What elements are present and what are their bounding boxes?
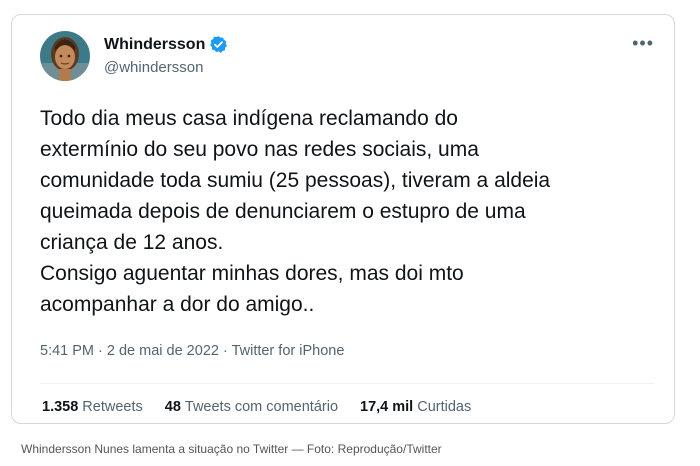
- engagement-stats: 1.358 Retweets 48 Tweets com comentário 17…: [42, 399, 471, 415]
- display-name-row: Whindersson: [104, 35, 228, 54]
- quote-tweets-stat[interactable]: 48 Tweets com comentário: [165, 399, 338, 415]
- avatar[interactable]: [40, 31, 90, 81]
- tweet-timestamp[interactable]: 5:41 PM · 2 de mai de 2022 · Twitter for…: [40, 343, 344, 359]
- divider: [40, 383, 654, 384]
- verified-badge-icon: [209, 35, 228, 54]
- more-horizontal-icon[interactable]: •••: [632, 33, 654, 54]
- retweets-stat[interactable]: 1.358 Retweets: [42, 399, 143, 415]
- retweets-label: Retweets: [82, 399, 143, 415]
- tweet-card: Whindersson @whindersson ••• Todo dia me…: [11, 14, 675, 424]
- likes-label: Curtidas: [417, 399, 472, 415]
- username[interactable]: @whindersson: [104, 59, 203, 76]
- tweet-text: Todo dia meus casa indígena reclamando d…: [40, 107, 551, 316]
- likes-stat[interactable]: 17,4 mil Curtidas: [360, 399, 471, 415]
- quote-tweets-label: Tweets com comentário: [184, 399, 339, 415]
- page: Whindersson @whindersson ••• Todo dia me…: [0, 0, 700, 466]
- display-name[interactable]: Whindersson: [104, 36, 205, 54]
- quote-tweets-count: 48: [164, 399, 181, 415]
- likes-count: 17,4 mil: [360, 399, 414, 415]
- avatar-image: [40, 31, 90, 81]
- photo-caption: Whindersson Nunes lamenta a situação no …: [21, 442, 442, 456]
- retweets-count: 1.358: [42, 399, 79, 415]
